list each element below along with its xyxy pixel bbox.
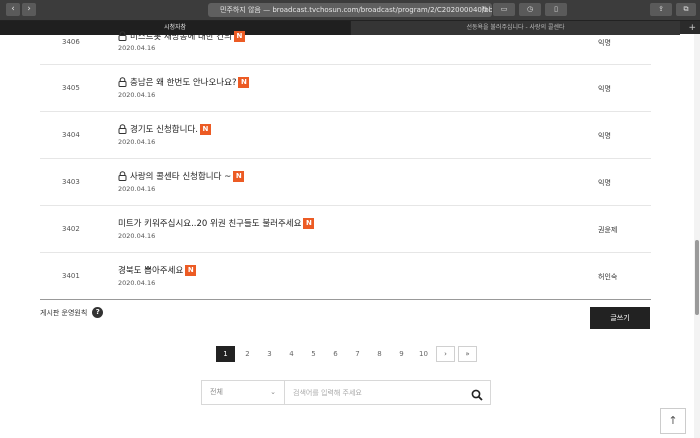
post-title-text: 충남은 왜 한번도 안나오나요? [130,78,237,88]
reload-icon[interactable]: ↻ [481,3,488,17]
write-button[interactable]: 글쓰기 [590,307,650,329]
post-number: 3403 [62,178,80,186]
post-number: 3404 [62,131,80,139]
post-title-text: 미트가 키워주십시요..20 위권 친구들도 불러주세요 [118,219,302,229]
page-link[interactable]: 7 [348,346,367,362]
arrow-up-icon: ↑ [668,414,678,427]
lock-icon [118,77,127,87]
page-link[interactable]: 2 [238,346,257,362]
post-number: 3405 [62,84,80,92]
new-badge: N [303,217,315,229]
lock-icon [118,171,127,181]
share-button[interactable]: ⇪ [650,3,672,16]
tabs-icon: ⧉ [683,5,689,13]
post-date: 2020.04.16 [118,44,156,52]
post-author: 권윤제 [598,226,618,234]
table-row[interactable]: 3406 미스트롯 재방송에 대한 건의 N 2020.04.16 익명 [40,30,651,65]
post-title[interactable]: 미스트롯 재방송에 대한 건의 N [118,30,245,42]
page-link[interactable]: 6 [326,346,345,362]
new-badge: N [185,264,197,276]
tab-inactive[interactable]: 선동욕을 불러주십니다 - 사랑의 콜센타 [350,21,680,35]
search-category-select[interactable]: 전체 ⌄ [202,381,285,404]
table-row[interactable]: 3402 미트가 키워주십시요..20 위권 친구들도 불러주세요 N 2020… [40,206,651,253]
post-title-text: 사랑의 콜센타 신청합니다 ~ [130,172,232,182]
board-policy-label: 게시판 운영원칙 [40,308,88,317]
new-badge: N [238,76,250,88]
table-row[interactable]: 3403 사랑의 콜센타 신청합니다 ~ N 2020.04.16 익명 [40,159,651,206]
clock-icon: ◷ [526,5,534,13]
page-link[interactable]: 4 [282,346,301,362]
post-author: 익명 [598,85,611,93]
post-date: 2020.04.16 [118,91,156,99]
url-text: 민주하지 않음 — broadcast.tvchosun.com/broadca… [220,6,492,14]
tab-bar: 시청자참 선동욕을 불러주십니다 - 사랑의 콜센타 + [0,20,700,35]
back-button[interactable]: ‹ [6,3,20,16]
search-bar: 전체 ⌄ [201,380,491,405]
post-author: 허인숙 [598,273,618,281]
post-number: 3401 [62,272,80,280]
post-author: 익명 [598,39,611,47]
board-policy-link[interactable]: 게시판 운영원칙 ? [40,307,104,318]
post-title-text: 경북도 뽑아주세요 [118,266,184,276]
browser-toolbar: ‹ › 민주하지 않음 — broadcast.tvchosun.com/bro… [0,0,700,20]
post-date: 2020.04.16 [118,279,156,287]
reader-button[interactable]: ▭ [493,3,515,16]
page-link[interactable]: 8 [370,346,389,362]
post-title[interactable]: 경기도 신청합니다. N [118,123,211,135]
plus-icon[interactable]: + [688,21,696,35]
lock-icon [118,31,127,41]
post-date: 2020.04.16 [118,185,156,193]
post-title[interactable]: 충남은 왜 한번도 안나오나요? N [118,76,250,88]
chevron-right-icon: › [27,4,31,14]
page-link[interactable]: 3 [260,346,279,362]
page-link[interactable]: 9 [392,346,411,362]
post-author: 익명 [598,179,611,187]
history-button[interactable]: ◷ [519,3,541,16]
post-title-text: 미스트롯 재방송에 대한 건의 [130,32,232,42]
question-icon[interactable]: ? [92,307,104,318]
share-icon: ⇪ [658,5,664,13]
search-input[interactable] [293,381,463,404]
search-icon[interactable] [471,386,483,401]
post-title[interactable]: 사랑의 콜센타 신청합니다 ~ N [118,170,245,182]
new-badge: N [233,30,245,42]
new-badge: N [233,170,245,182]
last-page-icon[interactable]: » [458,346,477,362]
scroll-top-button[interactable]: ↑ [660,408,686,434]
post-title[interactable]: 경북도 뽑아주세요 N [118,264,197,276]
search-category-value: 전체 [210,388,223,396]
reader-icon: ▭ [500,5,508,13]
table-row[interactable]: 3405 충남은 왜 한번도 안나오나요? N 2020.04.16 익명 [40,65,651,112]
pagination: 1 2 3 4 5 6 7 8 9 10 › » [216,346,480,362]
chevron-left-icon: ‹ [11,4,15,14]
post-date: 2020.04.16 [118,138,156,146]
scrollbar-track[interactable] [694,34,700,438]
post-number: 3406 [62,38,80,46]
sidebar-icon: ▯ [554,5,558,13]
lock-icon [118,124,127,134]
forward-button[interactable]: › [22,3,36,16]
post-author: 익명 [598,132,611,140]
table-row[interactable]: 3401 경북도 뽑아주세요 N 2020.04.16 허인숙 [40,253,651,300]
post-title-text: 경기도 신청합니다. [130,125,198,135]
table-row[interactable]: 3404 경기도 신청합니다. N 2020.04.16 익명 [40,112,651,159]
post-date: 2020.04.16 [118,232,156,240]
sidebar-button[interactable]: ▯ [545,3,567,16]
page-link[interactable]: 10 [414,346,433,362]
address-bar[interactable]: 민주하지 않음 — broadcast.tvchosun.com/broadca… [208,3,492,17]
page-link[interactable]: 5 [304,346,323,362]
chevron-down-icon: ⌄ [270,388,276,396]
page-link-current[interactable]: 1 [216,346,235,362]
next-page-icon[interactable]: › [436,346,455,362]
new-badge: N [199,123,211,135]
scrollbar-thumb[interactable] [695,240,699,315]
post-number: 3402 [62,225,80,233]
post-title[interactable]: 미트가 키워주십시요..20 위권 친구들도 불러주세요 N [118,217,315,229]
tabs-button[interactable]: ⧉ [676,3,696,16]
